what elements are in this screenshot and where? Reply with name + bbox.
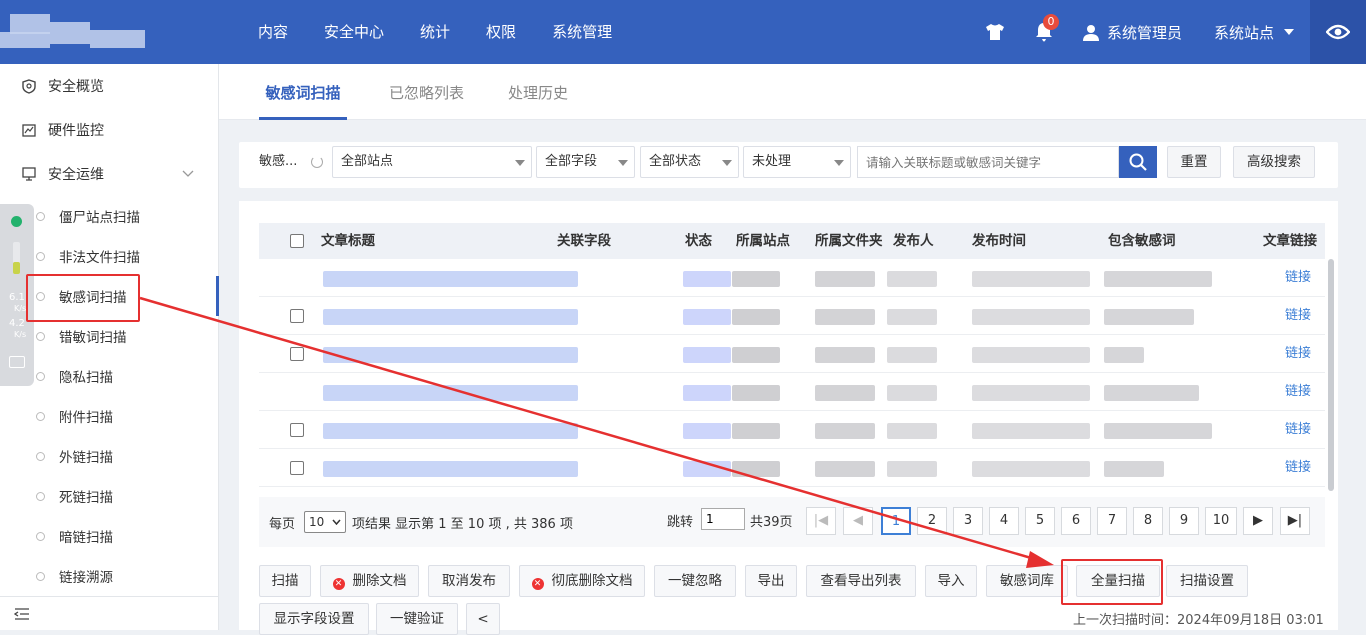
annotation-arrow: [139, 296, 1054, 568]
